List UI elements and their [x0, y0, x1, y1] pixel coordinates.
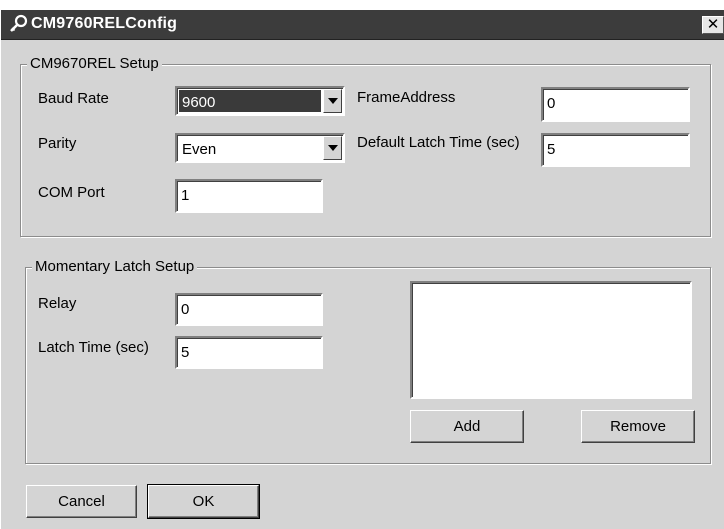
- add-button[interactable]: Add: [410, 410, 524, 443]
- default-latch-time-label: Default Latch Time (sec): [357, 134, 520, 151]
- key-wrench-icon: [10, 14, 28, 32]
- com-port-label: COM Port: [38, 184, 105, 201]
- parity-select[interactable]: Even: [175, 133, 345, 163]
- config-dialog: CM9760RELConfig ✕ CM9670REL Setup Baud R…: [0, 10, 724, 529]
- com-port-input[interactable]: 1: [175, 179, 323, 213]
- relay-label: Relay: [38, 295, 77, 312]
- close-button[interactable]: ✕: [702, 16, 724, 34]
- momentary-latch-list[interactable]: [410, 281, 692, 399]
- latch-time-label: Latch Time (sec): [38, 339, 149, 356]
- ok-button[interactable]: OK: [147, 484, 260, 519]
- parity-value: Even: [182, 141, 217, 158]
- window-title: CM9760RELConfig: [31, 15, 178, 32]
- relay-input[interactable]: 0: [175, 293, 323, 326]
- latch-time-input[interactable]: 5: [175, 336, 323, 369]
- setup-group-legend: CM9670REL Setup: [27, 55, 162, 73]
- baud-rate-dropdown-button[interactable]: [323, 89, 342, 113]
- default-latch-time-input[interactable]: 5: [541, 133, 690, 167]
- remove-button[interactable]: Remove: [581, 410, 695, 443]
- frame-address-label: FrameAddress: [357, 89, 456, 106]
- chevron-down-icon: [328, 98, 338, 104]
- parity-dropdown-button[interactable]: [323, 136, 342, 160]
- chevron-down-icon: [328, 145, 338, 151]
- baud-rate-value: 9600: [179, 90, 321, 112]
- cancel-button[interactable]: Cancel: [26, 485, 137, 518]
- baud-rate-label: Baud Rate: [38, 90, 109, 107]
- frame-address-input[interactable]: 0: [541, 87, 690, 122]
- title-bar[interactable]: CM9760RELConfig ✕: [1, 10, 724, 40]
- momentary-latch-group-legend: Momentary Latch Setup: [32, 258, 198, 276]
- baud-rate-select[interactable]: 9600: [175, 86, 345, 116]
- close-icon: ✕: [706, 16, 720, 33]
- parity-label: Parity: [38, 135, 77, 152]
